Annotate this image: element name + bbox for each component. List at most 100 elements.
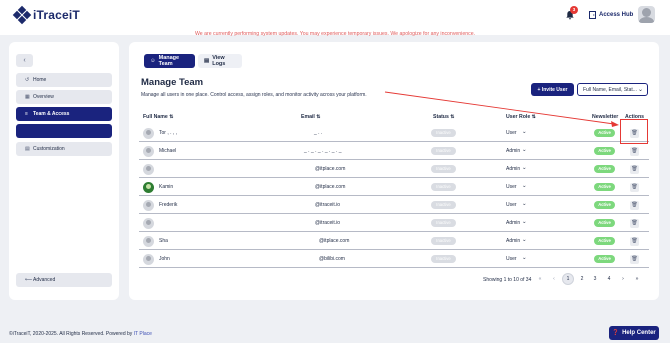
chevron-down-icon[interactable]: ⌄: [522, 255, 527, 261]
avatar: [143, 164, 154, 175]
page-subtitle: Manage all users in one place. Control a…: [141, 92, 367, 98]
status-badge: Inactive: [431, 237, 456, 245]
user-name: John: [159, 256, 170, 262]
chevron-down-icon[interactable]: ⌄: [522, 201, 527, 207]
sidebar-item-label: Overview: [33, 94, 54, 100]
sidebar-item-submenu[interactable]: [16, 124, 112, 138]
delete-user-icon[interactable]: 🗑: [630, 255, 639, 264]
delete-user-icon[interactable]: 🗑: [630, 147, 639, 156]
page-button-4[interactable]: 4: [603, 273, 615, 285]
newsletter-badge: Active: [594, 165, 615, 173]
avatar: [143, 128, 154, 139]
logs-icon: ▤: [204, 58, 210, 64]
tab-view-logs[interactable]: ▤ View Logs: [198, 54, 242, 68]
user-name: Sha: [159, 238, 168, 244]
user-name: Tor , . , ,: [159, 130, 178, 136]
role-value[interactable]: User: [506, 184, 517, 190]
grid-icon: ▦: [25, 94, 30, 100]
role-value[interactable]: User: [506, 130, 517, 136]
status-badge: Inactive: [431, 255, 456, 263]
chevron-down-icon[interactable]: ⌄: [522, 147, 527, 153]
sidebar-item-overview[interactable]: ▦ Overview: [16, 90, 112, 104]
newsletter-badge: Active: [594, 147, 615, 155]
sidebar-item-label: Advanced: [33, 277, 56, 283]
user-email: @itplace.com: [319, 238, 350, 244]
sidebar-item-team-access[interactable]: ≡ Team & Access: [16, 107, 112, 121]
logo-mark-icon: [12, 5, 32, 25]
delete-user-icon[interactable]: 🗑: [630, 183, 639, 192]
tab-manage-team[interactable]: ☺ Manage Team: [144, 54, 195, 68]
delete-user-icon[interactable]: 🗑: [630, 237, 639, 246]
next-page-button[interactable]: ›: [617, 273, 629, 285]
table-row: @itraceit.io Inactive Admin ⌄ Active 🗑: [139, 215, 649, 232]
sidebar-collapse-button[interactable]: ‹: [16, 54, 33, 67]
table-header: Full Name ⇅ Email ⇅ Status ⇅ User Role ⇅…: [139, 112, 649, 124]
chevron-down-icon: ⌄: [637, 87, 643, 93]
status-badge: Inactive: [431, 147, 456, 155]
table-row: Kamin @itplace.com Inactive User ⌄ Activ…: [139, 179, 649, 196]
newsletter-badge: Active: [594, 201, 615, 209]
role-value[interactable]: Admin: [506, 238, 520, 244]
access-hub-link[interactable]: Access Hub: [589, 11, 633, 19]
table-row: Frederik @itraceit.io Inactive User ⌄ Ac…: [139, 197, 649, 214]
role-value[interactable]: Admin: [506, 148, 520, 154]
app-logo[interactable]: iTraceiT: [12, 5, 80, 25]
notification-count-badge: 3: [570, 6, 578, 14]
column-newsletter: Newsletter: [592, 114, 619, 120]
help-icon: ❓: [612, 330, 620, 336]
page-button-1[interactable]: 1: [562, 273, 574, 285]
sidebar-item-customization[interactable]: ▤ Customization: [16, 142, 112, 156]
newsletter-badge: Active: [594, 219, 615, 227]
last-page-button[interactable]: »: [631, 273, 643, 285]
table-row: Michael _ . _ . _ . _ . _ . _ Inactive A…: [139, 143, 649, 160]
user-email: @itplace.com: [315, 166, 346, 172]
user-email: _ . _ . _ . _ . _ . _: [304, 148, 342, 154]
column-full-name[interactable]: Full Name ⇅: [143, 114, 174, 120]
back-arrow-icon: ⟵: [25, 277, 33, 283]
chevron-down-icon[interactable]: ⌄: [522, 165, 527, 171]
help-center-label: Help Center: [622, 330, 656, 336]
select-value: Full Name, Email, Stat...: [583, 86, 637, 93]
copyright-text: ©iTraceiT, 2020-2025. All Rights Reserve…: [9, 331, 134, 337]
delete-user-icon[interactable]: 🗑: [630, 165, 639, 174]
delete-user-icon[interactable]: 🗑: [630, 201, 639, 210]
search-field-select[interactable]: Full Name, Email, Stat... ⌄: [577, 83, 648, 96]
top-header: iTraceiT 3 Access Hub: [0, 0, 670, 35]
page-button-2[interactable]: 2: [576, 273, 588, 285]
role-value[interactable]: User: [506, 256, 517, 262]
role-value[interactable]: Admin: [506, 166, 520, 172]
user-name: Kamin: [159, 184, 174, 190]
team-icon: ≡: [25, 111, 28, 117]
chevron-down-icon[interactable]: ⌄: [522, 237, 527, 243]
delete-user-icon[interactable]: 🗑: [630, 219, 639, 228]
column-status[interactable]: Status ⇅: [433, 114, 455, 120]
sidebar-item-home[interactable]: ↺ Home: [16, 73, 112, 87]
tab-label: Manage Team: [158, 55, 180, 67]
user-name: Michael: [159, 148, 177, 154]
role-value[interactable]: Admin: [506, 220, 520, 226]
user-avatar[interactable]: [638, 6, 655, 23]
chevron-down-icon[interactable]: ⌄: [522, 219, 527, 225]
page-title: Manage Team: [141, 77, 204, 88]
invite-user-button[interactable]: + Invite User: [531, 83, 574, 96]
chevron-down-icon[interactable]: ⌄: [522, 129, 527, 135]
chevron-down-icon[interactable]: ⌄: [522, 183, 527, 189]
home-icon: ↺: [25, 77, 30, 83]
sidebar-item-advanced[interactable]: ⟵ Advanced: [16, 273, 112, 287]
tab-label: View Logs: [212, 55, 226, 67]
first-page-button[interactable]: «: [534, 273, 546, 285]
pagination-summary: Showing 1 to 10 of 34: [483, 277, 532, 283]
status-badge: Inactive: [431, 183, 456, 191]
role-value[interactable]: User: [506, 202, 517, 208]
powered-by-link[interactable]: IT Place: [134, 331, 152, 337]
sidebar-item-label: Customization: [33, 146, 65, 152]
avatar: [143, 236, 154, 247]
column-user-role[interactable]: User Role ⇅: [506, 114, 536, 120]
sidebar-item-label: Home: [33, 77, 47, 83]
user-email: @itraceit.io: [315, 220, 341, 226]
sidebar-item-label: Team & Access: [33, 111, 70, 117]
column-email[interactable]: Email ⇅: [301, 114, 321, 120]
help-center-button[interactable]: ❓ Help Center: [609, 326, 659, 340]
prev-page-button[interactable]: ‹: [548, 273, 560, 285]
page-button-3[interactable]: 3: [589, 273, 601, 285]
